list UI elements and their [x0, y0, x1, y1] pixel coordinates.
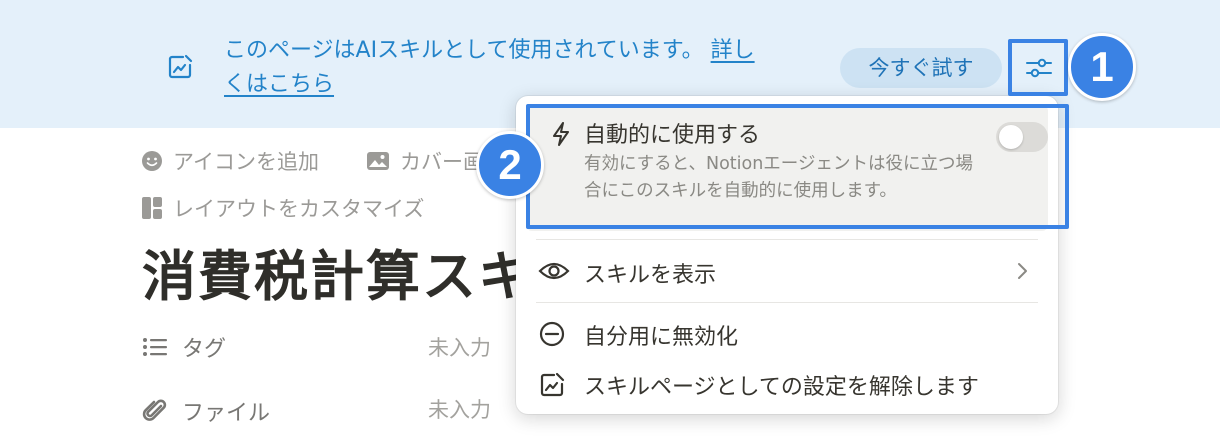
customize-layout-button[interactable]: レイアウトをカスタマイズ — [141, 193, 424, 223]
smiley-icon — [142, 151, 162, 171]
page-title[interactable]: 消費税計算スキ — [142, 232, 534, 311]
add-icon-label: アイコンを追加 — [173, 150, 319, 174]
menu-item-label: スキルを表示 — [584, 263, 717, 288]
property-files[interactable]: ファイル — [142, 395, 270, 427]
menu-divider — [536, 302, 1038, 303]
callout-highlight-settings — [1008, 39, 1068, 96]
layout-icon — [142, 197, 162, 219]
property-tags[interactable]: タグ — [142, 331, 226, 363]
banner-message: このページはAIスキルとして使用されています。 詳し くはこちら — [224, 34, 809, 102]
callout-badge-1: 1 — [1068, 33, 1136, 101]
list-icon — [143, 338, 167, 356]
view-skill-item[interactable]: スキルを表示 — [516, 248, 1058, 294]
eye-icon — [538, 259, 570, 287]
skill-page-icon — [165, 52, 195, 82]
property-value-empty[interactable]: 未入力 — [428, 332, 491, 362]
callout-badge-2: 2 — [476, 131, 544, 199]
property-name: タグ — [182, 337, 227, 362]
banner-message-text: このページはAIスキルとして使用されています。 — [224, 38, 704, 63]
try-now-button[interactable]: 今すぐ試す — [840, 48, 1002, 88]
disable-for-me-item[interactable]: 自分用に無効化 — [516, 310, 1058, 356]
chevron-right-icon — [1016, 262, 1028, 284]
property-name: ファイル — [182, 401, 271, 426]
menu-divider — [536, 239, 1038, 240]
menu-item-label: スキルページとしての設定を解除します — [584, 375, 979, 400]
paperclip-icon — [142, 399, 167, 421]
add-cover-label: カバー画 — [400, 150, 484, 174]
remove-skill-page-item[interactable]: スキルページとしての設定を解除します — [516, 360, 1058, 406]
callout-highlight-auto-use — [526, 104, 1069, 229]
unlink-page-icon — [538, 371, 566, 403]
add-icon-button[interactable]: アイコンを追加 — [141, 146, 319, 176]
add-cover-button[interactable]: カバー画 — [366, 146, 484, 176]
minus-circle-icon — [538, 321, 566, 353]
menu-item-label: 自分用に無効化 — [584, 325, 739, 350]
image-icon — [367, 152, 389, 170]
property-value-empty[interactable]: 未入力 — [428, 394, 491, 424]
customize-layout-label: レイアウトをカスタマイズ — [173, 197, 425, 221]
